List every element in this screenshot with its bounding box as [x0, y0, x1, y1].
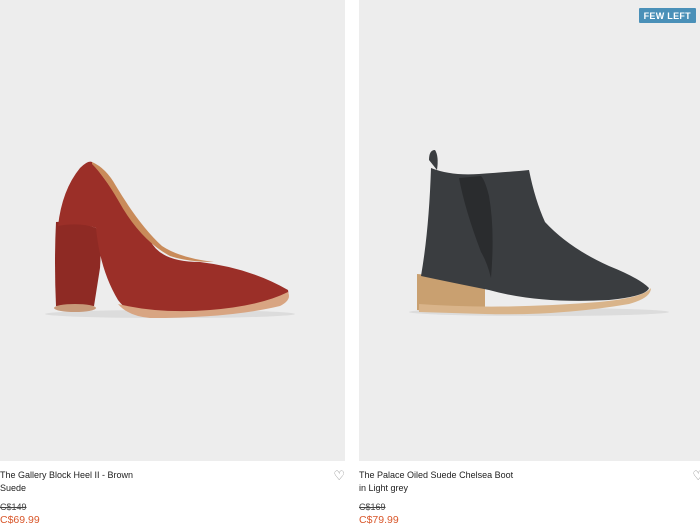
few-left-badge: FEW LEFT: [638, 8, 696, 23]
chelsea-boot-illustration: [409, 150, 669, 316]
product-card[interactable]: FEW LEFT The Palace Oiled Suede Chelsea …: [359, 0, 700, 526]
product-name[interactable]: The Gallery Block Heel II - Brown Suede: [0, 469, 160, 495]
product-name[interactable]: The Palace Oiled Suede Chelsea Boot in L…: [359, 469, 519, 495]
product-image[interactable]: FEW LEFT: [359, 0, 700, 461]
heart-outline-icon[interactable]: ♡: [692, 469, 700, 482]
sale-price: C$79.99: [359, 514, 399, 526]
original-price: C$169: [359, 502, 386, 512]
product-card[interactable]: The Gallery Block Heel II - Brown Suede …: [0, 0, 345, 526]
product-image[interactable]: [0, 0, 345, 461]
heel-pump-illustration: [45, 161, 295, 318]
sale-price: C$69.99: [0, 514, 40, 526]
original-price: C$149: [0, 502, 27, 512]
heart-outline-icon[interactable]: ♡: [333, 469, 345, 482]
